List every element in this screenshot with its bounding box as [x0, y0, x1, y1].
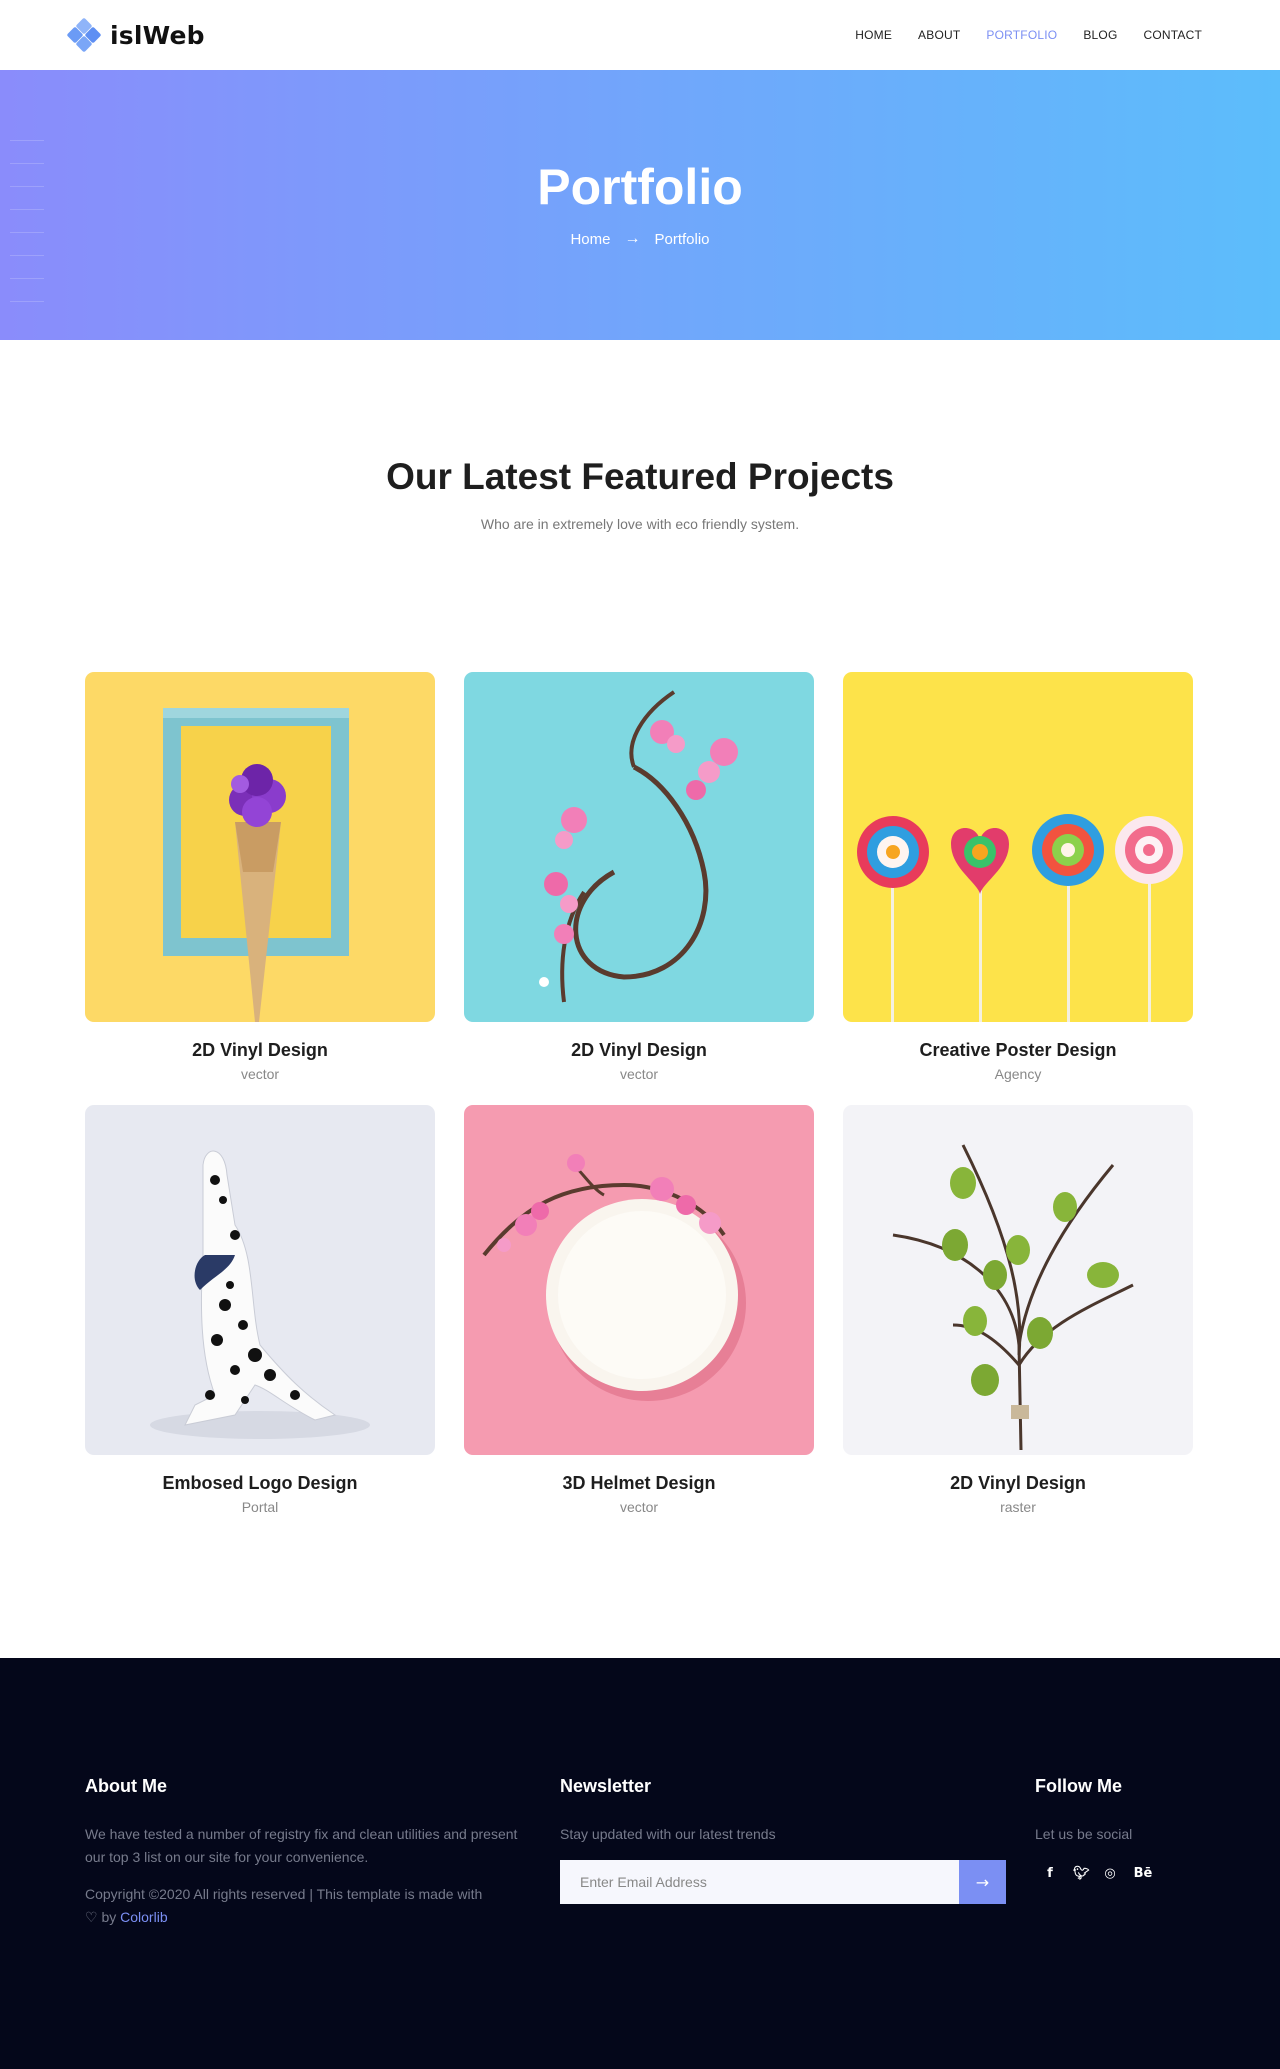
footer-newsletter: Newsletter Stay updated with our latest …: [560, 1776, 1020, 1904]
portfolio-card[interactable]: 3D Helmet Design vector: [464, 1105, 814, 1519]
project-title[interactable]: 2D Vinyl Design: [85, 1040, 435, 1061]
newsletter-form: →: [560, 1860, 1006, 1904]
project-image[interactable]: [85, 1105, 435, 1455]
facebook-icon[interactable]: f: [1043, 1866, 1057, 1881]
social-links: f 🐦︎ ◎ Bē: [1035, 1866, 1215, 1881]
nav-contact[interactable]: CONTACT: [1143, 28, 1202, 42]
footer-about-title: About Me: [85, 1776, 167, 1796]
nav-portfolio[interactable]: PORTFOLIO: [986, 28, 1057, 42]
project-image[interactable]: [843, 1105, 1193, 1455]
copyright-by: by: [101, 1909, 117, 1925]
dribbble-icon[interactable]: ◎: [1103, 1866, 1117, 1881]
nav-home[interactable]: HOME: [855, 28, 892, 42]
breadcrumb-current: Portfolio: [654, 230, 710, 248]
project-title[interactable]: 2D Vinyl Design: [464, 1040, 814, 1061]
footer-newsletter-title: Newsletter: [560, 1776, 652, 1796]
project-category: raster: [1000, 1499, 1036, 1515]
twitter-icon[interactable]: 🐦︎: [1073, 1866, 1090, 1881]
page-title: Portfolio: [537, 159, 743, 215]
email-input[interactable]: [560, 1860, 959, 1904]
breadcrumb: Home → Portfolio: [0, 230, 1280, 248]
logo[interactable]: islWeb: [66, 17, 205, 53]
portfolio-grid: 2D Vinyl Design vector 2D Vinyl Design v…: [85, 672, 1195, 1519]
project-title[interactable]: Creative Poster Design: [843, 1040, 1193, 1061]
nav-about[interactable]: ABOUT: [918, 28, 960, 42]
project-category: vector: [619, 1499, 659, 1515]
project-title[interactable]: Embosed Logo Design: [85, 1473, 435, 1494]
nav-blog[interactable]: BLOG: [1083, 28, 1117, 42]
copyright-text: Copyright ©2020 All rights reserved | Th…: [85, 1886, 483, 1902]
project-title[interactable]: 3D Helmet Design: [464, 1473, 814, 1494]
footer-follow-title: Follow Me: [1035, 1776, 1122, 1796]
section-subtitle: Who are in extremely love with eco frien…: [480, 516, 800, 532]
portfolio-card[interactable]: 2D Vinyl Design vector: [85, 672, 435, 1086]
footer-newsletter-text: Stay updated with our latest trends: [560, 1826, 776, 1842]
project-image[interactable]: [464, 672, 814, 1022]
breadcrumb-home[interactable]: Home: [570, 231, 610, 248]
project-image[interactable]: [843, 672, 1193, 1022]
section-title: Our Latest Featured Projects: [386, 456, 894, 497]
subscribe-button[interactable]: →: [959, 1860, 1006, 1904]
portfolio-card[interactable]: Embosed Logo Design Portal: [85, 1105, 435, 1519]
project-category: Agency: [994, 1066, 1042, 1082]
project-image[interactable]: [85, 672, 435, 1022]
portfolio-card[interactable]: Creative Poster Design Agency: [843, 672, 1193, 1086]
portfolio-card[interactable]: 2D Vinyl Design raster: [843, 1105, 1193, 1519]
arrow-right-icon: →: [975, 1872, 990, 1892]
footer-follow-text: Let us be social: [1035, 1826, 1133, 1842]
project-image[interactable]: [464, 1105, 814, 1455]
main-nav: HOME ABOUT PORTFOLIO BLOG CONTACT: [855, 28, 1202, 42]
logo-icon: [66, 17, 102, 53]
project-category: vector: [619, 1066, 659, 1082]
project-title[interactable]: 2D Vinyl Design: [843, 1473, 1193, 1494]
site-header: islWeb HOME ABOUT PORTFOLIO BLOG CONTACT: [0, 0, 1280, 70]
behance-icon[interactable]: Bē: [1133, 1866, 1153, 1881]
colorlib-link[interactable]: Colorlib: [120, 1909, 167, 1925]
footer-about-text: We have tested a number of registry fix …: [85, 1826, 518, 1865]
heart-icon: ♡: [85, 1909, 98, 1925]
footer-follow: Follow Me Let us be social f 🐦︎ ◎ Bē: [1035, 1776, 1215, 1881]
logo-text: islWeb: [110, 20, 205, 50]
page-banner: Portfolio Home → Portfolio: [0, 70, 1280, 340]
copyright: Copyright ©2020 All rights reserved | Th…: [85, 1883, 525, 1929]
project-category: Portal: [241, 1499, 279, 1515]
footer-about: About Me We have tested a number of regi…: [85, 1776, 525, 1929]
portfolio-card[interactable]: 2D Vinyl Design vector: [464, 672, 814, 1086]
arrow-right-icon: →: [624, 230, 641, 247]
site-footer: About Me We have tested a number of regi…: [0, 1658, 1280, 2069]
project-category: vector: [240, 1066, 280, 1082]
